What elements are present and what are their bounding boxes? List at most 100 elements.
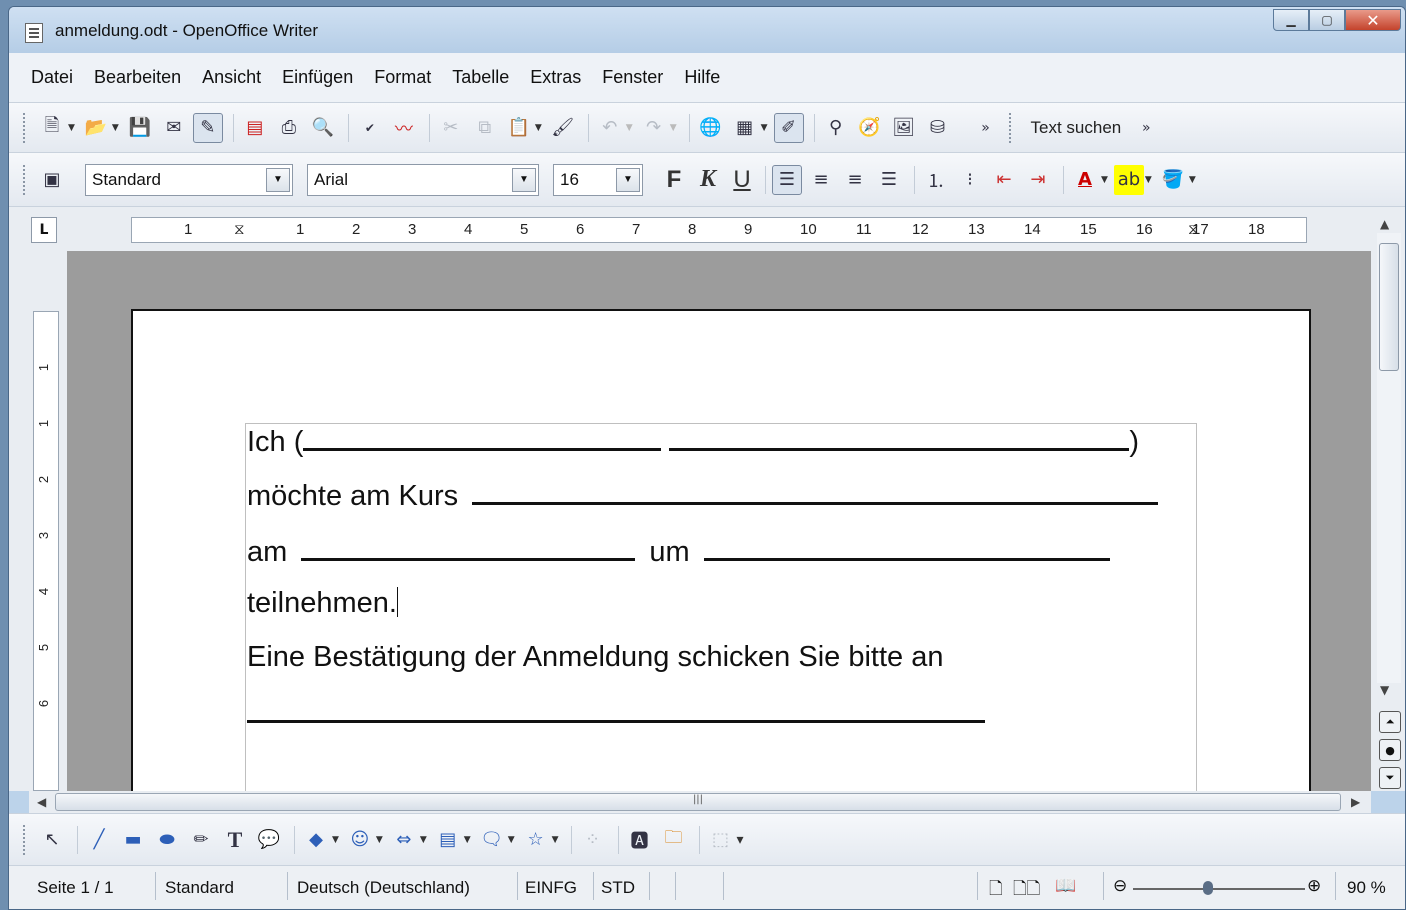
doc-line-4[interactable]: teilnehmen.: [247, 587, 398, 620]
document-canvas[interactable]: Ich () möchte am Kurs am um teilnehmen. …: [67, 251, 1371, 791]
chevron-down-icon[interactable]: ▼: [1145, 175, 1152, 185]
flowchart-button[interactable]: ▤: [433, 825, 463, 855]
page-indicator[interactable]: Seite 1 / 1: [37, 878, 114, 898]
blank-time[interactable]: [703, 533, 1110, 561]
blank-date[interactable]: [301, 533, 636, 561]
chevron-down-icon[interactable]: ▼: [464, 835, 471, 845]
insert-mode-indicator[interactable]: EINFG: [525, 878, 577, 898]
menu-fenster[interactable]: Fenster: [602, 67, 663, 88]
basic-shapes-button[interactable]: ◆: [301, 825, 331, 855]
find-text-label[interactable]: Text suchen: [1031, 118, 1122, 138]
maximize-button[interactable]: ▢: [1309, 9, 1345, 31]
highlighting-button[interactable]: ab: [1113, 164, 1144, 195]
bold-button[interactable]: F: [657, 166, 691, 194]
doc-line-2[interactable]: möchte am Kurs: [247, 477, 1159, 513]
stars-button[interactable]: ☆: [521, 825, 551, 855]
chevron-down-icon[interactable]: ▼: [266, 167, 290, 192]
scroll-down-icon[interactable]: ▼: [1380, 683, 1389, 697]
zoom-slider-thumb[interactable]: [1203, 881, 1214, 895]
doc-line-1[interactable]: Ich (): [247, 423, 1139, 459]
points-button[interactable]: ⁘: [578, 825, 608, 855]
format-paintbrush-button[interactable]: 🖌: [548, 113, 578, 143]
freeform-tool-button[interactable]: ✏: [186, 825, 216, 855]
extrusion-button[interactable]: ⬚: [706, 825, 736, 855]
new-document-button[interactable]: 🗎: [37, 113, 67, 143]
menu-hilfe[interactable]: Hilfe: [684, 67, 720, 88]
next-page-button[interactable]: ⏷: [1379, 767, 1401, 789]
chevron-down-icon[interactable]: ▼: [761, 123, 768, 133]
autospellcheck-button[interactable]: 〰: [389, 113, 419, 143]
page-style-indicator[interactable]: Standard: [165, 878, 234, 898]
navigator-button[interactable]: 🧭: [855, 113, 885, 143]
menu-extras[interactable]: Extras: [530, 67, 581, 88]
line-tool-button[interactable]: ╱: [84, 825, 114, 855]
from-file-button[interactable]: 🗀: [659, 825, 689, 855]
font-color-button[interactable]: A: [1070, 165, 1100, 195]
zoom-out-icon[interactable]: ⊖: [1113, 876, 1127, 896]
vertical-ruler[interactable]: 1 1 2 3 4 5 6: [33, 311, 59, 791]
bullets-button[interactable]: ⁝: [955, 165, 985, 195]
fontwork-button[interactable]: 🅰: [625, 825, 655, 855]
spellcheck-button[interactable]: ✔: [355, 113, 385, 143]
scroll-left-icon[interactable]: ◀: [37, 795, 46, 809]
horizontal-scroll-thumb[interactable]: |||: [55, 793, 1341, 811]
toolbar-grip[interactable]: [1008, 112, 1015, 143]
zoom-level[interactable]: 90 %: [1347, 878, 1386, 898]
paragraph-style-select[interactable]: Standard ▼: [85, 163, 293, 196]
numbering-button[interactable]: ⒈: [921, 165, 951, 195]
chevron-down-icon[interactable]: ▼: [420, 835, 427, 845]
rectangle-tool-button[interactable]: ▬: [118, 825, 148, 855]
chevron-down-icon[interactable]: ▼: [332, 835, 339, 845]
redo-button[interactable]: ↷: [639, 113, 669, 143]
book-view-icon[interactable]: 📖: [1055, 876, 1076, 896]
menu-einfuegen[interactable]: Einfügen: [282, 67, 353, 88]
language-indicator[interactable]: Deutsch (Deutschland): [297, 878, 470, 898]
multi-page-view-icon[interactable]: 🗋🗋: [1013, 876, 1040, 905]
callout-tool-button[interactable]: 💬: [254, 825, 284, 855]
previous-page-button[interactable]: ⏶: [1379, 711, 1401, 733]
doc-line-6[interactable]: [247, 695, 985, 731]
decrease-indent-button[interactable]: ⇤: [989, 165, 1019, 195]
chevron-down-icon[interactable]: ▼: [376, 835, 383, 845]
align-left-button[interactable]: ☰: [772, 164, 802, 195]
document-page[interactable]: Ich () möchte am Kurs am um teilnehmen. …: [131, 309, 1311, 791]
block-arrows-button[interactable]: ⇔: [389, 825, 419, 855]
vertical-scrollbar[interactable]: ▲ ▼ ⏶ ● ⏷: [1371, 207, 1405, 791]
undo-button[interactable]: ↶: [595, 113, 625, 143]
doc-line-3[interactable]: am um: [247, 533, 1110, 569]
find-replace-button[interactable]: ⚲: [821, 113, 851, 143]
indent-marker-icon[interactable]: ⧖: [1188, 221, 1199, 238]
cut-button[interactable]: ✂: [436, 113, 466, 143]
symbol-shapes-button[interactable]: ☺: [345, 825, 375, 855]
scroll-up-icon[interactable]: ▲: [1380, 217, 1389, 231]
toolbar-overflow-button[interactable]: »: [971, 113, 1001, 143]
zoom-slider-track[interactable]: [1133, 888, 1305, 890]
menu-datei[interactable]: Datei: [31, 67, 73, 88]
export-pdf-button[interactable]: ▤: [240, 113, 270, 143]
chevron-down-icon[interactable]: ▼: [68, 123, 75, 133]
copy-button[interactable]: ⧉: [470, 113, 500, 143]
blank-first-name[interactable]: [303, 423, 662, 451]
blank-last-name[interactable]: [669, 423, 1130, 451]
email-button[interactable]: ✉: [159, 113, 189, 143]
underline-button[interactable]: U: [725, 166, 759, 194]
save-button[interactable]: 💾: [125, 113, 155, 143]
chevron-down-icon[interactable]: ▼: [508, 835, 515, 845]
chevron-down-icon[interactable]: ▼: [112, 123, 119, 133]
table-button[interactable]: ▦: [730, 113, 760, 143]
tab-type-button[interactable]: L: [31, 217, 57, 243]
toolbar-overflow-icon[interactable]: ▾: [737, 832, 744, 848]
doc-line-5[interactable]: Eine Bestätigung der Anmeldung schicken …: [247, 641, 943, 674]
background-color-button[interactable]: 🪣: [1158, 165, 1188, 195]
text-tool-button[interactable]: T: [220, 825, 250, 855]
chevron-down-icon[interactable]: ▼: [552, 835, 559, 845]
find-overflow-button[interactable]: »: [1131, 113, 1161, 143]
align-right-button[interactable]: ≡: [840, 165, 870, 195]
styles-formatting-button[interactable]: ▣: [37, 165, 67, 195]
hyperlink-button[interactable]: 🌐: [696, 113, 726, 143]
toolbar-grip[interactable]: [23, 824, 29, 855]
zoom-in-icon[interactable]: ⊕: [1307, 876, 1321, 896]
chevron-down-icon[interactable]: ▼: [1101, 175, 1108, 185]
callouts-button[interactable]: 🗨: [477, 825, 507, 855]
single-page-view-icon[interactable]: 🗋: [989, 876, 1003, 905]
